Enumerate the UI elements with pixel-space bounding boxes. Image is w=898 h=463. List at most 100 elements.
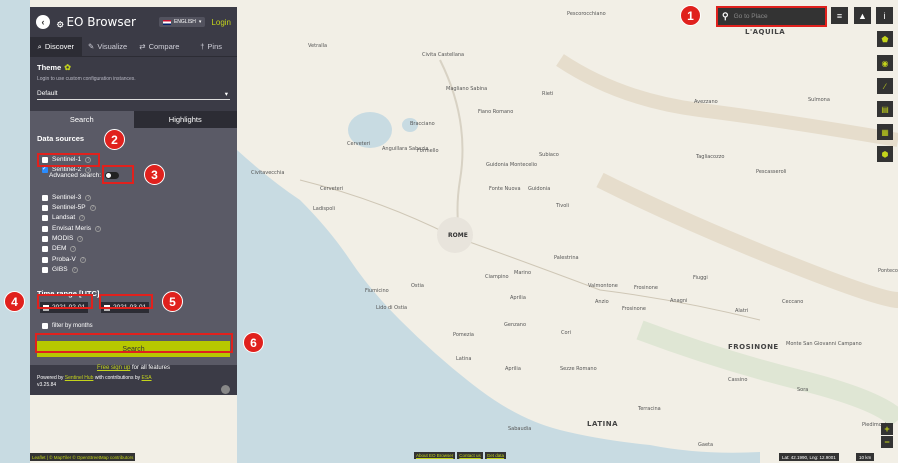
info-icon[interactable]: ?: [89, 204, 96, 211]
bottom-links: About EO Browser Contact us Get data: [414, 452, 507, 459]
collapse-button[interactable]: ‹: [36, 15, 50, 29]
theme-selected: Default: [37, 90, 58, 97]
login-link[interactable]: Login: [211, 18, 231, 27]
data-source-label: Envisat Meris: [52, 225, 92, 232]
theme-select[interactable]: Default ▾: [37, 90, 230, 100]
data-source-checkbox[interactable]: [42, 204, 48, 211]
tab-discover[interactable]: ⌕ Discover: [30, 37, 82, 56]
info-icon[interactable]: ?: [71, 266, 78, 273]
main-tabs: ⌕ Discover ✎ Visualize ⇄ Compare † Pins: [30, 37, 237, 57]
place-label: Pescasseroli: [756, 169, 787, 175]
place-label: Terracina: [638, 406, 661, 412]
filter-by-months[interactable]: filter by months: [42, 323, 93, 329]
tab-highlights[interactable]: Highlights: [133, 111, 237, 128]
data-source-item[interactable]: Envisat Meris?: [42, 225, 102, 232]
place-label: Guidonia Montecelio: [486, 162, 538, 168]
theme-subtitle: Login to use custom configuration instan…: [37, 76, 136, 82]
highlight-advanced-search: [102, 165, 134, 184]
place-label: Fiuggi: [693, 275, 708, 281]
data-source-item[interactable]: Proba-V?: [42, 256, 86, 263]
tab-label: Compare: [148, 42, 180, 51]
place-label: Aprilia: [505, 366, 521, 372]
zoom-out-button[interactable]: −: [881, 436, 893, 448]
timelapse-button[interactable]: ▦: [877, 124, 893, 140]
info-icon[interactable]: ?: [70, 245, 77, 252]
pentagon-draw-button[interactable]: ⬟: [877, 31, 893, 47]
place-label: Monte San Giovanni Campano: [786, 341, 862, 347]
place-label: Anzio: [595, 299, 609, 305]
language-selector[interactable]: ENGLISH ▾: [158, 17, 206, 27]
highlight-sentinel2: [37, 153, 100, 167]
sentinel-hub-link[interactable]: Sentinel Hub: [65, 375, 94, 381]
info-icon[interactable]: ?: [79, 256, 86, 263]
place-label: Tivoli: [556, 203, 570, 209]
annotation-badge-5: 5: [162, 291, 183, 312]
education-button[interactable]: ▲: [854, 7, 871, 24]
data-source-checkbox[interactable]: [42, 225, 48, 232]
data-source-checkbox[interactable]: [42, 214, 48, 221]
tab-compare[interactable]: ⇄ Compare: [134, 37, 186, 56]
data-source-item[interactable]: Sentinel-3?: [42, 194, 92, 201]
search-icon: ⌕: [37, 41, 42, 51]
sidebar-header: ‹ ۞ EO Browser ENGLISH ▾ Login: [30, 7, 237, 37]
info-icon: i: [883, 10, 886, 21]
uk-flag-icon: [162, 19, 171, 25]
data-source-checkbox[interactable]: [42, 266, 48, 273]
place-label: Gaeta: [698, 442, 714, 448]
place-label: Pomezia: [453, 332, 474, 338]
info-button[interactable]: i: [876, 7, 893, 24]
info-icon[interactable]: ?: [77, 235, 84, 242]
about-link[interactable]: About EO Browser: [414, 452, 456, 459]
data-source-checkbox[interactable]: [42, 245, 48, 252]
data-source-item[interactable]: MODIS?: [42, 235, 84, 242]
data-source-label: GIBS: [52, 266, 68, 273]
data-source-item[interactable]: Sentinel-5P?: [42, 204, 96, 211]
free-signup-text: for all features: [130, 365, 171, 371]
3d-button[interactable]: ⬢: [877, 146, 893, 162]
data-source-checkbox[interactable]: [42, 256, 48, 263]
data-source-item[interactable]: Landsat?: [42, 214, 86, 221]
data-source-item[interactable]: DEM?: [42, 245, 77, 252]
tab-pins[interactable]: † Pins: [185, 37, 237, 56]
data-source-checkbox[interactable]: [42, 235, 48, 242]
layers-button[interactable]: ≡: [831, 7, 848, 24]
place-label: Latina: [456, 356, 472, 362]
tab-search[interactable]: Search: [30, 111, 134, 128]
gear-icon[interactable]: ✿: [64, 63, 71, 72]
data-source-item[interactable]: GIBS?: [42, 266, 78, 273]
data-source-checkbox[interactable]: [42, 165, 48, 173]
annotation-badge-4: 4: [4, 291, 25, 312]
eo-logo-icon: ۞: [57, 16, 64, 29]
place-label: Ostia: [411, 283, 424, 289]
place-label: Frosinone: [634, 285, 658, 291]
marker-button[interactable]: ◉: [877, 55, 893, 71]
place-label: Lido di Ostia: [376, 305, 408, 311]
highlight-date-to: [99, 294, 153, 309]
attribution[interactable]: Leaflet | © MapTiler © OpenStreetMap con…: [30, 453, 136, 461]
theme-title-text: Theme: [37, 63, 62, 72]
free-signup-link[interactable]: Free sign up: [97, 365, 130, 371]
dark-mode-icon[interactable]: [221, 385, 230, 394]
info-icon[interactable]: ?: [79, 214, 86, 221]
measure-button[interactable]: ∕: [877, 78, 893, 94]
place-label: Pontecorvo: [878, 268, 898, 274]
filter-by-months-checkbox[interactable]: [42, 323, 48, 329]
contact-link[interactable]: Contact us: [457, 452, 483, 459]
tab-label: Visualize: [97, 42, 128, 51]
info-icon[interactable]: ?: [95, 225, 102, 232]
filter-by-months-label: filter by months: [52, 323, 93, 329]
place-label: Ciampino: [485, 274, 509, 280]
tab-label: Discover: [44, 42, 75, 51]
info-icon[interactable]: ?: [85, 194, 92, 201]
image-download-icon: ▤: [881, 104, 889, 114]
image-download-button[interactable]: ▤: [877, 101, 893, 117]
caret-down-icon: ▾: [224, 91, 228, 98]
place-label: FROSINONE: [728, 343, 779, 351]
data-source-checkbox[interactable]: [42, 194, 48, 201]
data-source-label: Sentinel-5P: [52, 204, 86, 211]
get-data-link[interactable]: Get data: [484, 452, 507, 459]
tab-visualize[interactable]: ✎ Visualize: [82, 37, 134, 56]
place-label: Vetralla: [308, 43, 328, 49]
esa-link[interactable]: ESA: [142, 375, 152, 381]
zoom-in-button[interactable]: +: [881, 423, 893, 435]
